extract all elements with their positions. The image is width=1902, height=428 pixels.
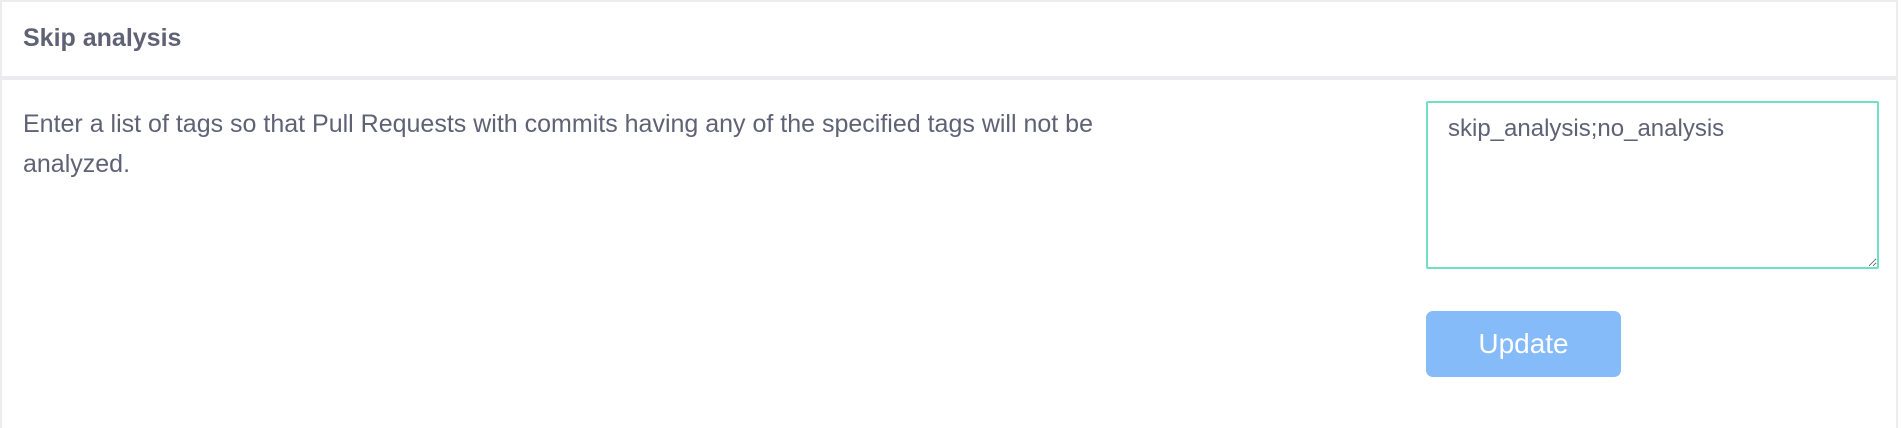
section-title: Skip analysis	[23, 23, 182, 52]
update-button[interactable]: Update	[1426, 311, 1621, 377]
skip-analysis-panel: Skip analysis Enter a list of tags so th…	[0, 0, 1898, 428]
panel-body: Enter a list of tags so that Pull Reques…	[2, 80, 1896, 428]
panel-header: Skip analysis	[2, 2, 1896, 80]
skip-tags-textarea[interactable]	[1426, 101, 1879, 269]
section-description: Enter a list of tags so that Pull Reques…	[23, 110, 1093, 178]
